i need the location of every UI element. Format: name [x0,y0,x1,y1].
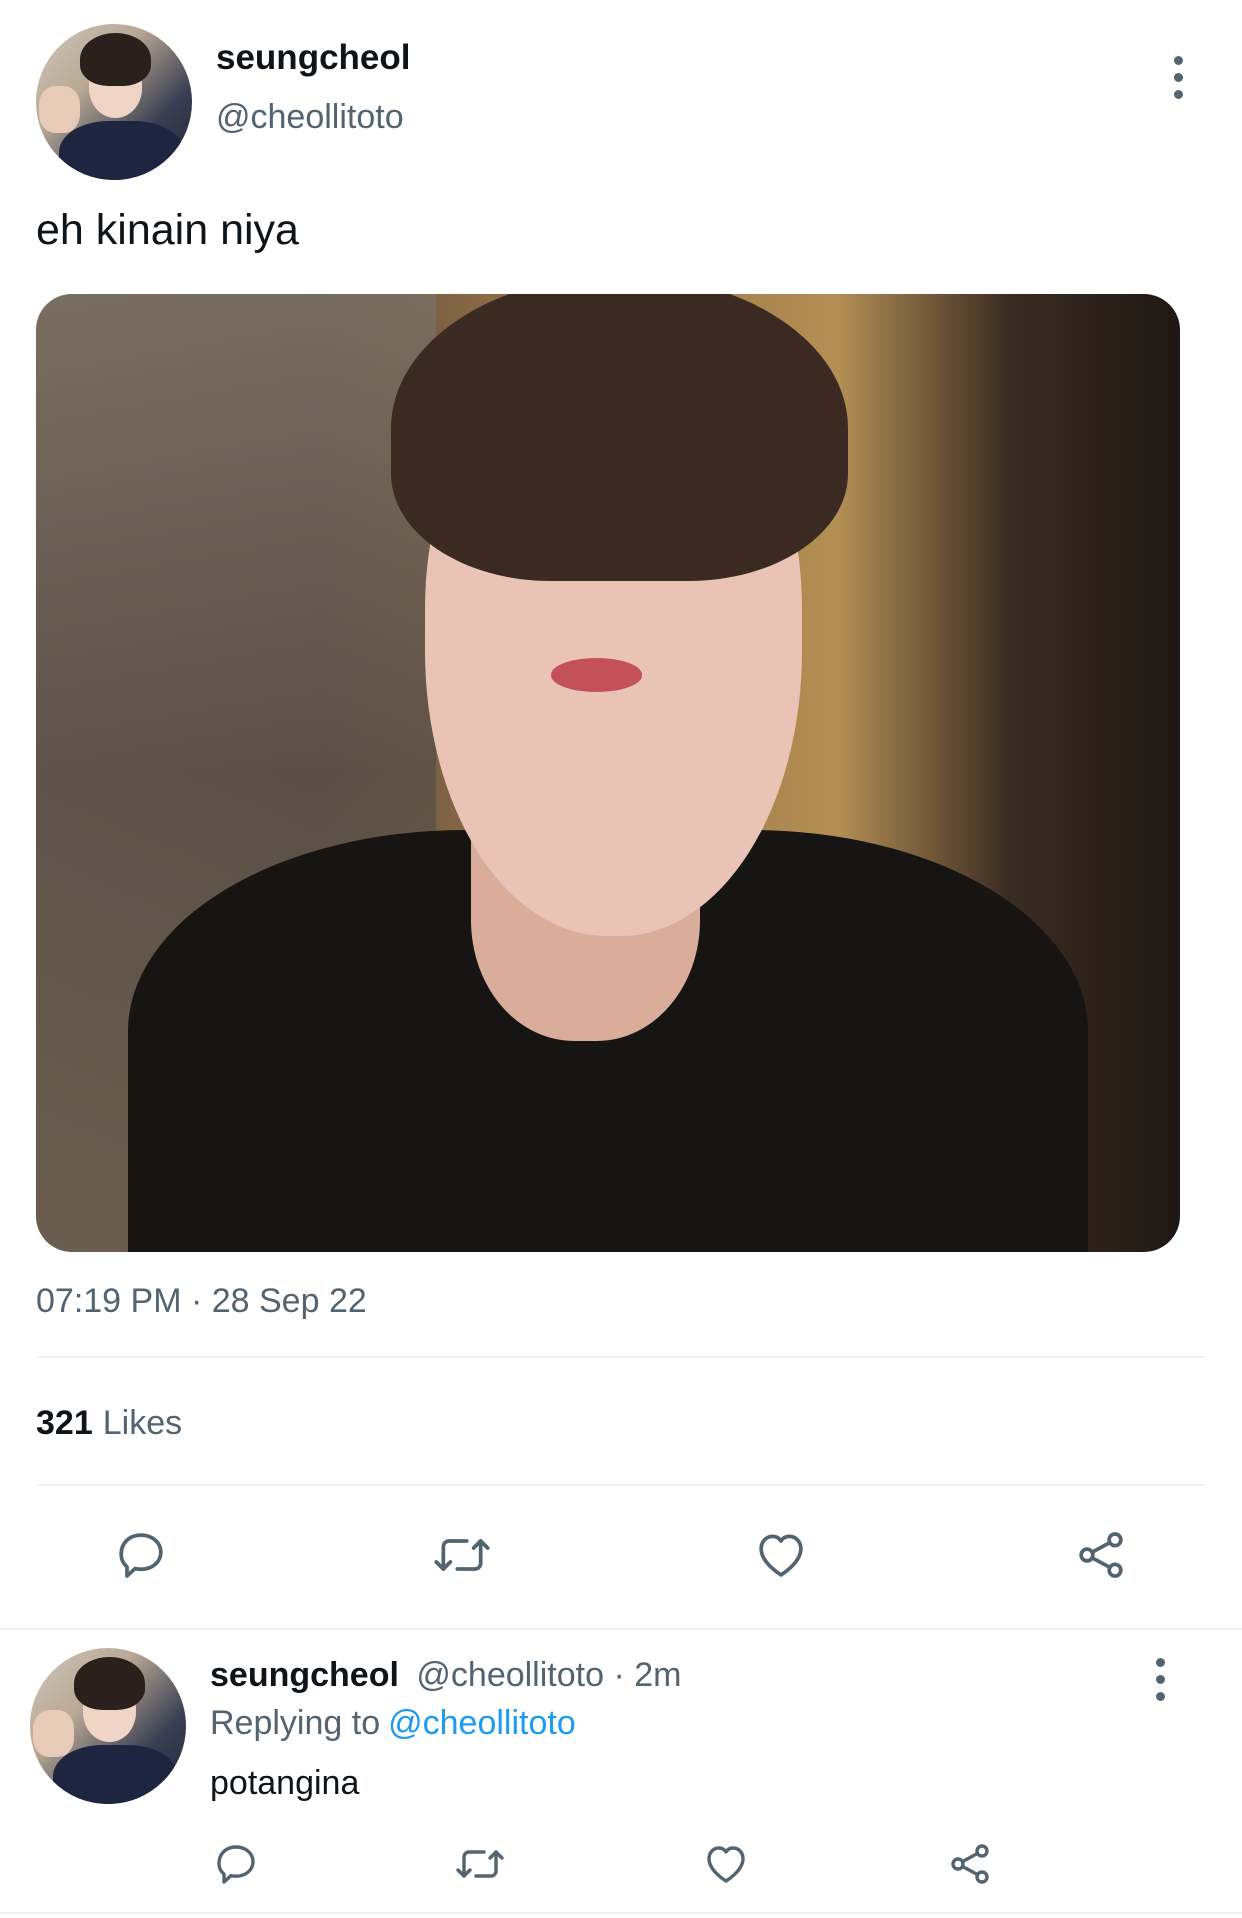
reply-separator: · [613,1656,625,1694]
heart-icon [759,1534,803,1577]
tweet-media-image[interactable] [36,294,1180,1252]
reply-retweet-button[interactable] [452,1838,508,1890]
share-icon [951,1844,989,1884]
replying-mention-link[interactable]: @cheollitoto [388,1704,576,1742]
more-vertical-icon[interactable] [1168,56,1188,99]
replying-to: Replying to @cheollitoto [210,1704,576,1743]
reply-reply-button[interactable] [210,1838,262,1890]
reply-author-name[interactable]: seungcheol [210,1656,399,1694]
comment-icon [119,1533,163,1578]
reply-like-button[interactable] [700,1838,752,1890]
more-vertical-icon[interactable] [1150,1658,1170,1701]
likes-count: 321 [36,1404,93,1442]
likes-stat[interactable]: 321 Likes [36,1404,182,1443]
reply-author-avatar[interactable] [30,1648,186,1804]
divider [0,1912,1242,1914]
tweet-timestamp[interactable]: 07:19 PM · 28 Sep 22 [36,1282,367,1321]
author-name[interactable]: seungcheol [216,38,410,78]
share-icon [1079,1532,1123,1578]
reply-share-button[interactable] [944,1838,996,1890]
divider [36,1356,1206,1358]
tweet-text: eh kinain niya [36,206,299,254]
share-button[interactable] [1070,1524,1132,1586]
comment-icon [217,1845,255,1884]
retweet-button[interactable] [428,1524,496,1586]
reply-header: seungcheol @cheollitoto · 2m [210,1656,681,1695]
divider [0,1628,1242,1630]
likes-label: Likes [102,1404,183,1442]
reply-text: potangina [210,1764,360,1802]
reply-author-handle[interactable]: @cheollitoto [416,1656,604,1694]
divider [36,1484,1206,1486]
author-avatar[interactable] [36,24,192,180]
retweet-icon [434,1539,490,1571]
author-handle[interactable]: @cheollitoto [216,98,404,137]
reply-time[interactable]: 2m [634,1656,681,1694]
reply-button[interactable] [110,1524,172,1586]
heart-icon [707,1846,745,1883]
replying-label: Replying to [210,1704,381,1742]
like-button[interactable] [750,1524,812,1586]
retweet-icon [456,1850,504,1878]
